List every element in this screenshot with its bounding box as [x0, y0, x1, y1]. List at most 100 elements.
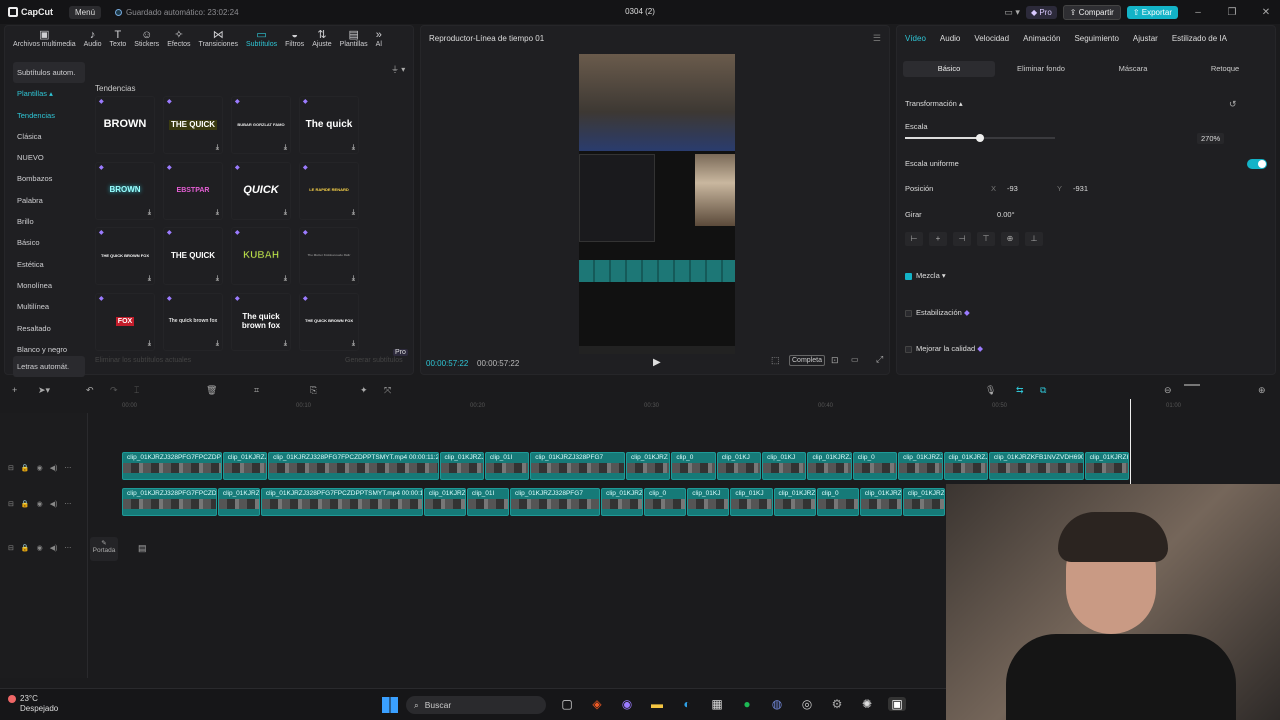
template-card[interactable]: ◆ LE RAPIDE RENARD ⤓: [299, 161, 359, 220]
inspector-subtab[interactable]: Básico: [903, 61, 995, 77]
download-icon[interactable]: ⤓: [352, 209, 355, 216]
toolbar-text[interactable]: T Texto: [106, 29, 131, 52]
track2-clip[interactable]: clip_01KJ: [730, 488, 773, 516]
inspector-subtab[interactable]: Eliminar fondo: [995, 61, 1087, 77]
template-card[interactable]: ◆ THE QUICK ⤓: [163, 227, 223, 285]
download-icon[interactable]: ⤓: [216, 209, 219, 216]
quality-checkbox[interactable]: [905, 345, 912, 353]
download-icon[interactable]: ⤓: [352, 275, 355, 282]
toolbar-filter[interactable]: ◒ Filtros: [281, 29, 308, 52]
redo-icon[interactable]: ↷: [110, 385, 118, 396]
windows-start-icon[interactable]: [382, 697, 398, 713]
inspector-tab[interactable]: Audio: [940, 34, 960, 43]
sidebar-item[interactable]: Palabra: [13, 190, 85, 211]
toolbar-effects[interactable]: ✧ Efectos: [163, 29, 194, 52]
track2-clip[interactable]: clip_01KJRZJJTD: [859, 488, 902, 516]
inspector-subtab[interactable]: Máscara: [1087, 61, 1179, 77]
template-card[interactable]: ◆ The quick brown fox ⤓: [163, 292, 223, 351]
minimize-icon[interactable]: –: [1184, 7, 1212, 18]
weather-widget[interactable]: 23°C Despejado: [20, 694, 58, 714]
volume-icon[interactable]: ◀): [50, 500, 58, 508]
track1-clip[interactable]: clip_01KJ: [716, 452, 762, 480]
sidebar-item[interactable]: Resaltado: [13, 318, 85, 339]
toolbar-media[interactable]: ▣ Archivos multimedia: [9, 29, 80, 52]
download-icon[interactable]: ⤓: [216, 275, 219, 282]
template-card[interactable]: ◆ FOX ⤓: [95, 292, 155, 351]
generate-captions-button[interactable]: Generar subtítulos: [345, 357, 403, 364]
track1-clip[interactable]: clip_01KJRZJ328F: [439, 452, 484, 480]
fit-icon[interactable]: ⊡: [831, 355, 839, 366]
position-x-field[interactable]: -93: [1007, 184, 1018, 193]
play-icon[interactable]: ▶: [653, 357, 661, 368]
download-icon[interactable]: ⤓: [352, 340, 355, 347]
template-card[interactable]: ◆ THE QUICK BROWN FOX ⤓: [95, 227, 155, 285]
track2-clip[interactable]: clip_01KJRZJ328PFG7: [510, 488, 601, 516]
template-card[interactable]: ◆ The Mutter Kidobanoude Rallr ⤓: [299, 227, 359, 285]
track3-expand-icon[interactable]: ⊟: [8, 544, 14, 552]
folder-icon[interactable]: ▬: [648, 697, 666, 711]
align-left-icon[interactable]: ⊢: [905, 232, 923, 246]
track1-clip[interactable]: clip_01KJ: [762, 452, 807, 480]
steam-icon[interactable]: ◎: [798, 697, 816, 711]
link-icon[interactable]: ⇆: [1016, 385, 1024, 396]
zoom-out-icon[interactable]: ⊖: [1164, 385, 1172, 396]
sidebar-item[interactable]: Estética: [13, 254, 85, 275]
template-card[interactable]: ◆ THE QUICK BROWN FOX ⤓: [299, 292, 359, 351]
eye-icon[interactable]: ◉: [37, 464, 43, 472]
toolbar-template[interactable]: ▤ Plantillas: [336, 29, 372, 52]
crop-icon[interactable]: ⬚: [771, 355, 780, 366]
transform-heading[interactable]: Transformación ▴: [905, 99, 963, 108]
track1-clip[interactable]: clip_01I: [484, 452, 530, 480]
maximize-icon[interactable]: ❐: [1218, 7, 1246, 18]
export-button[interactable]: ⇧ Exportar: [1126, 5, 1178, 19]
track2-clip[interactable]: clip_01KJRZJJTD: [902, 488, 945, 516]
speed-icon[interactable]: ⤧: [384, 385, 391, 396]
scale-slider[interactable]: [905, 134, 1055, 142]
sidebar-item[interactable]: Subtítulos autom.: [13, 62, 85, 84]
align-middle-icon[interactable]: ⊕: [1001, 232, 1019, 246]
template-card[interactable]: ◆ The quick brown fox ⤓: [231, 292, 291, 351]
track1-clip[interactable]: clip_01KJRZJJTDT: [943, 452, 988, 480]
edge-icon[interactable]: ◐: [678, 697, 696, 711]
track2-clip[interactable]: clip_01KJRZJ: [217, 488, 260, 516]
cover-button[interactable]: ✎ Portada: [90, 537, 118, 561]
track2-clip[interactable]: clip_01KJRZJ: [773, 488, 816, 516]
toolbar-ai[interactable]: » Al: [372, 29, 386, 52]
sidebar-item[interactable]: Multilínea: [13, 296, 85, 317]
template-card[interactable]: ◆ QUICK ⤓: [231, 161, 291, 220]
eye-icon[interactable]: ◉: [37, 500, 43, 508]
blend-section[interactable]: Mezcla ▾: [905, 271, 946, 280]
track1-clip[interactable]: clip_01KJRZJ328PFG7: [530, 452, 625, 480]
inspector-tab[interactable]: Ajustar: [1133, 34, 1158, 43]
more-icon[interactable]: ⋯: [64, 544, 71, 552]
sidebar-item[interactable]: Monolínea: [13, 275, 85, 296]
sidebar-item[interactable]: Brillo: [13, 211, 85, 232]
magnet-icon[interactable]: ⧉: [1040, 385, 1046, 396]
lock-icon[interactable]: 🔒: [21, 500, 30, 508]
filter-icon[interactable]: ⏚ ▾: [391, 64, 405, 75]
add-track-icon[interactable]: +: [12, 385, 17, 395]
toolbar-audio[interactable]: ♪ Audio: [80, 29, 106, 52]
sidebar-item[interactable]: Básico: [13, 232, 85, 253]
share-button[interactable]: ⇪ Compartir: [1062, 4, 1121, 20]
mic-icon[interactable]: 🎙: [985, 385, 996, 396]
template-card[interactable]: ◆ The quick ⤓: [299, 96, 359, 154]
scale-slider-knob[interactable]: [976, 134, 984, 142]
download-icon[interactable]: ⤓: [148, 340, 151, 347]
stabilization-checkbox[interactable]: [905, 309, 912, 317]
align-bottom-icon[interactable]: ⊥: [1025, 232, 1043, 246]
template-card[interactable]: ◆ EBSTPAR ⤓: [163, 161, 223, 220]
track1-expand-icon[interactable]: ⊟: [8, 464, 14, 472]
template-card[interactable]: ◆ BROWN: [95, 96, 155, 154]
track2-clip[interactable]: clip_0: [644, 488, 687, 516]
track1-clip[interactable]: clip_01KJRZ: [626, 452, 671, 480]
fullscreen-icon[interactable]: ⤢: [876, 354, 883, 365]
toolbar-sticker[interactable]: ☺ Stickers: [130, 29, 163, 52]
track2-expand-icon[interactable]: ⊟: [8, 500, 14, 508]
freeze-icon[interactable]: ⎘: [310, 385, 317, 396]
chatgpt-icon[interactable]: ✺: [858, 697, 876, 711]
crop-tool-icon[interactable]: ⌗: [254, 385, 259, 396]
zoom-in-icon[interactable]: ⊕: [1258, 385, 1266, 396]
quality-section[interactable]: Mejorar la calidad ◆: [905, 344, 983, 353]
capcut-taskbar-icon[interactable]: ▣: [888, 697, 906, 711]
